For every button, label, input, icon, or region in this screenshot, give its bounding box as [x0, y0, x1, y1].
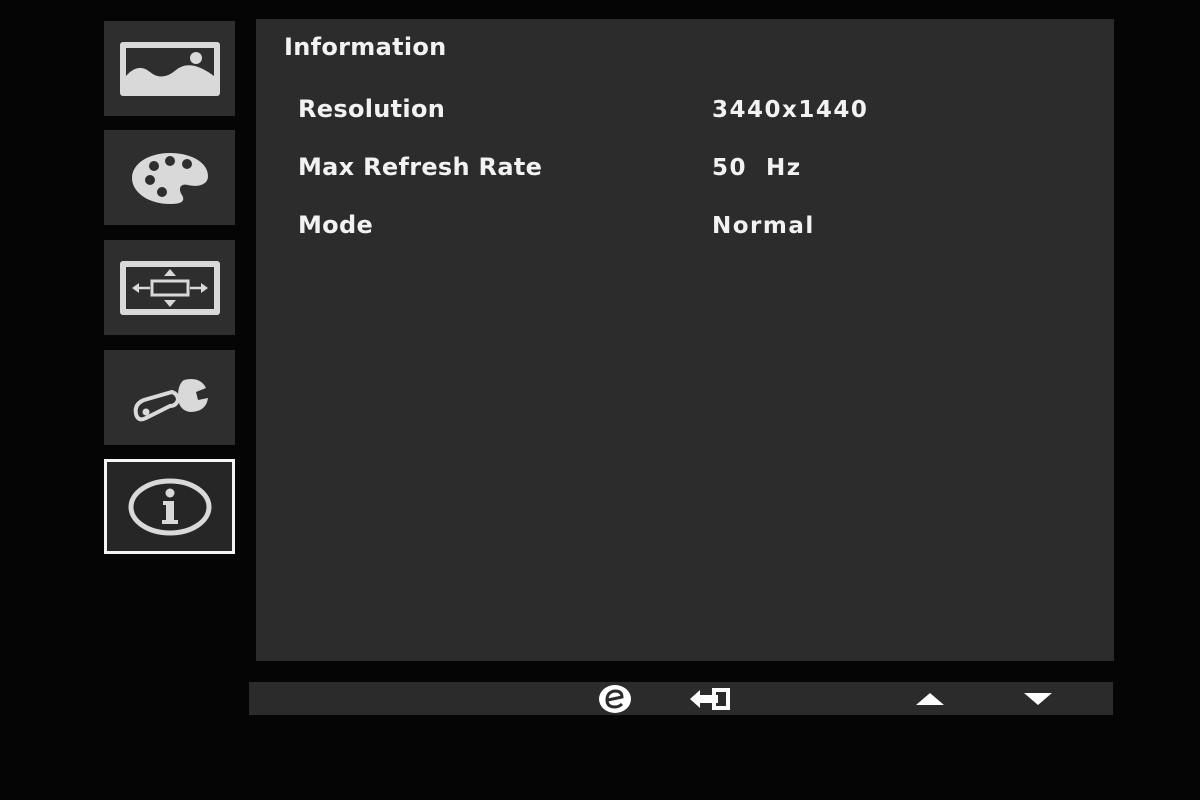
picture-icon: [119, 41, 220, 96]
information-panel: Information Resolution 3440x1440 Max Ref…: [256, 19, 1114, 661]
e-key-button[interactable]: [597, 682, 633, 715]
down-arrow-icon: [1024, 692, 1052, 705]
information-icon: [128, 478, 211, 535]
sidebar-item-display[interactable]: [104, 240, 235, 335]
sidebar-item-information[interactable]: [104, 459, 235, 554]
info-label: Mode: [298, 211, 374, 239]
info-label: Resolution: [298, 95, 446, 123]
sidebar-item-picture[interactable]: [104, 21, 235, 116]
sidebar-item-color[interactable]: [104, 130, 235, 225]
info-value: Normal: [712, 213, 815, 239]
wrench-settings-icon: [133, 378, 208, 421]
display-position-icon: [119, 260, 220, 315]
info-row-refresh-rate: Max Refresh Rate 50 Hz: [256, 153, 1114, 193]
palette-icon: [131, 152, 208, 204]
info-row-mode: Mode Normal: [256, 211, 1114, 251]
e-key-icon: [599, 684, 631, 713]
button-hint-bar: [249, 682, 1113, 715]
info-value: 50 Hz: [712, 155, 802, 181]
down-button[interactable]: [1021, 682, 1055, 715]
info-value: 3440x1440: [712, 97, 869, 123]
up-arrow-icon: [916, 692, 944, 705]
info-label: Max Refresh Rate: [298, 153, 543, 181]
up-button[interactable]: [913, 682, 947, 715]
info-row-resolution: Resolution 3440x1440: [256, 95, 1114, 135]
panel-title: Information: [284, 33, 447, 61]
exit-button[interactable]: [687, 682, 733, 715]
sidebar-item-system[interactable]: [104, 350, 235, 445]
exit-icon: [690, 687, 730, 710]
